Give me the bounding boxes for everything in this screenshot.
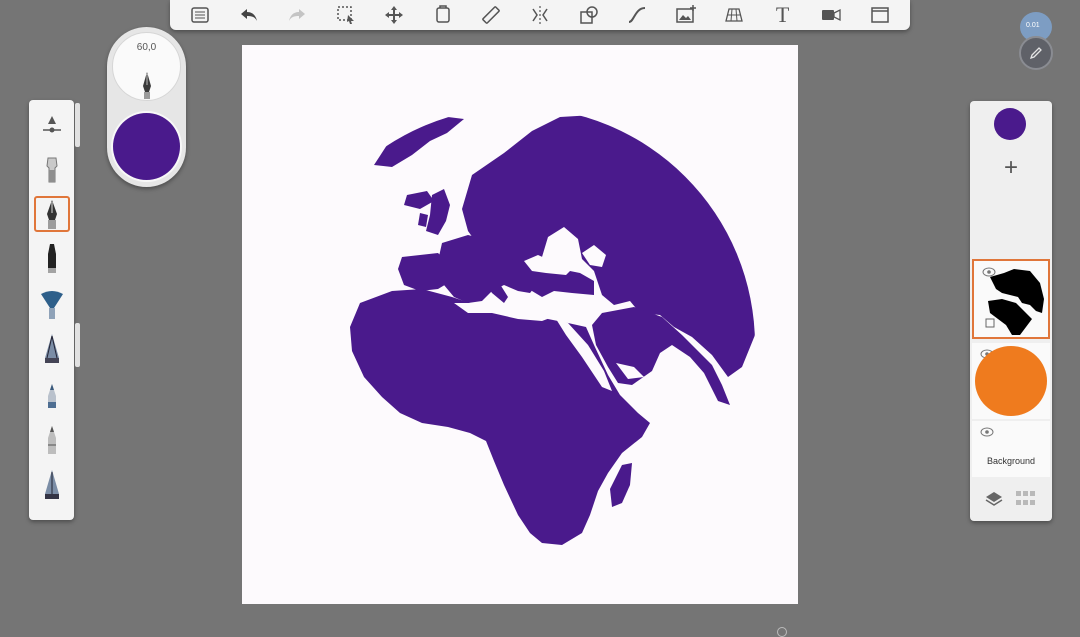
layer-background[interactable]: Background: [972, 421, 1050, 477]
pen-nib-icon: [143, 72, 151, 99]
undo-icon[interactable]: [234, 2, 264, 28]
opacity-slider-icon[interactable]: [34, 106, 70, 142]
smudge-tool-icon[interactable]: [34, 152, 70, 188]
brush-size-dial[interactable]: 60,0: [112, 32, 181, 101]
list-icon[interactable]: [185, 2, 215, 28]
selection-icon[interactable]: [331, 2, 361, 28]
paintbrush-tool-icon[interactable]: [34, 330, 70, 366]
grid-view-icon[interactable]: [1016, 491, 1036, 507]
fullscreen-icon[interactable]: [865, 2, 895, 28]
chisel-tool-icon[interactable]: [34, 466, 70, 502]
ruler-icon[interactable]: [476, 2, 506, 28]
video-icon[interactable]: [816, 2, 846, 28]
ballpoint-tool-icon[interactable]: [34, 422, 70, 458]
pencil-icon: [1029, 47, 1042, 60]
add-layer-button[interactable]: +: [996, 153, 1026, 183]
layer-color-swatch[interactable]: [994, 108, 1026, 140]
symmetry-icon[interactable]: [525, 2, 555, 28]
stencil-icon[interactable]: [428, 2, 458, 28]
pencil-mode-button[interactable]: [1019, 36, 1053, 70]
layer-orange-circle[interactable]: [972, 343, 1050, 419]
curve-icon[interactable]: [622, 2, 652, 28]
layer-thumbnail: [983, 268, 1048, 335]
globe-artwork: [350, 115, 755, 545]
brush-size-value: 60,0: [136, 42, 157, 53]
marker-tool-icon[interactable]: [34, 240, 70, 276]
shapes-icon[interactable]: [574, 2, 604, 28]
layers-panel: + Background: [970, 101, 1052, 521]
move-icon[interactable]: [379, 2, 409, 28]
pen-tool-icon[interactable]: [34, 196, 70, 232]
orange-circle-thumbnail: [975, 346, 1047, 416]
brush-color-swatch[interactable]: [113, 113, 180, 180]
pencil-tool-icon[interactable]: [34, 378, 70, 414]
toolbox-handle-bottom[interactable]: [75, 323, 80, 367]
drawing-canvas[interactable]: [242, 45, 798, 637]
image-import-icon[interactable]: [671, 2, 701, 28]
eye-icon[interactable]: [980, 427, 994, 437]
top-toolbar: T: [170, 0, 910, 30]
brush-puck: 60,0: [107, 27, 186, 187]
canvas-rotate-handle[interactable]: [777, 627, 787, 637]
toolbox-handle-top[interactable]: [75, 103, 80, 147]
layer-globe[interactable]: [972, 259, 1050, 339]
brush-library: [29, 100, 74, 520]
layers-stack-icon[interactable]: [984, 489, 1004, 509]
redo-icon[interactable]: [282, 2, 312, 28]
airbrush-tool-icon[interactable]: [34, 286, 70, 322]
status-badge-label: 0.01: [1026, 22, 1040, 29]
background-layer-label: Background: [986, 456, 1036, 466]
text-icon[interactable]: T: [768, 2, 798, 28]
perspective-grid-icon[interactable]: [719, 2, 749, 28]
